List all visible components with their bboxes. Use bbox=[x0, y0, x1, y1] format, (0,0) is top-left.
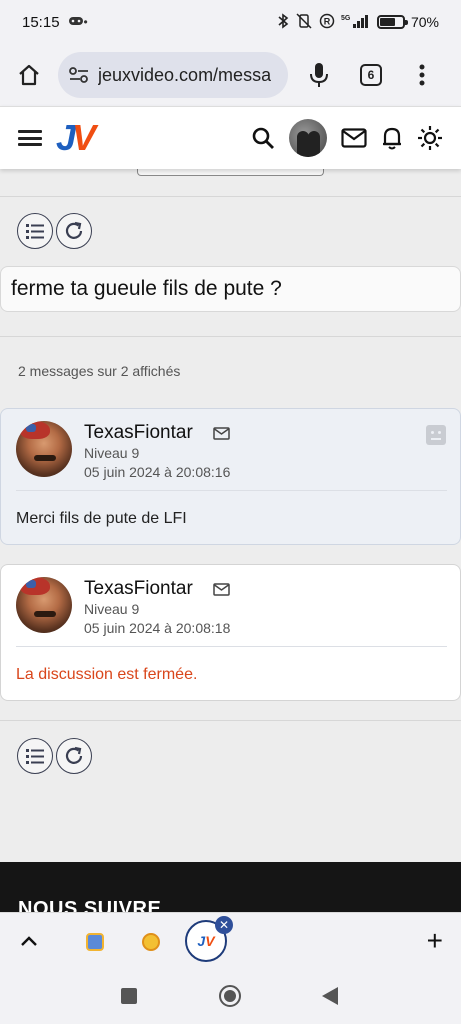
vibrate-off-icon bbox=[295, 12, 313, 32]
hamburger-menu-icon[interactable] bbox=[18, 128, 42, 148]
site-logo[interactable]: JV bbox=[56, 117, 96, 158]
back-icon[interactable] bbox=[322, 987, 338, 1005]
current-tab[interactable]: JV ✕ bbox=[185, 916, 233, 962]
message-body: Merci fils de pute de LFI bbox=[16, 510, 187, 527]
footer-follow-title: NOUS SUIVRE bbox=[18, 898, 162, 912]
site-settings-icon[interactable] bbox=[68, 65, 90, 85]
topic-list-button[interactable] bbox=[17, 738, 53, 774]
network-type-label: 5G bbox=[341, 15, 351, 22]
tab-logo-v: V bbox=[205, 933, 215, 949]
notification-dot-icon: • bbox=[83, 15, 88, 29]
divider bbox=[16, 490, 447, 491]
address-bar[interactable]: jeuxvideo.com/messa bbox=[58, 52, 288, 98]
new-tab-icon[interactable]: + bbox=[427, 927, 443, 955]
list-icon bbox=[26, 224, 44, 239]
tab-logo-j: J bbox=[197, 933, 206, 949]
author-level: Niveau 9 bbox=[84, 601, 140, 617]
microphone-icon bbox=[310, 63, 328, 87]
system-navigation-bar bbox=[0, 969, 461, 1024]
send-mp-icon[interactable] bbox=[213, 427, 230, 440]
divider bbox=[0, 336, 461, 337]
topic-list-button[interactable] bbox=[17, 213, 53, 249]
home-nav-icon[interactable] bbox=[219, 985, 241, 1007]
divider bbox=[0, 196, 461, 197]
status-bar: 15:15 • R 5G 70% bbox=[0, 0, 461, 44]
recents-icon[interactable] bbox=[121, 988, 137, 1004]
message-body-closed-notice: La discussion est fermée. bbox=[16, 666, 198, 683]
home-button[interactable] bbox=[14, 60, 44, 90]
site-footer: NOUS SUIVRE bbox=[0, 862, 461, 912]
home-icon bbox=[19, 64, 39, 86]
author-name[interactable]: TexasFiontar bbox=[84, 578, 193, 600]
close-tab-icon[interactable]: ✕ bbox=[215, 916, 233, 934]
more-vert-icon bbox=[419, 64, 425, 86]
topic-page: ferme ta gueule fils de pute ? 2 message… bbox=[0, 169, 461, 862]
svg-text:R: R bbox=[324, 16, 331, 26]
refresh-icon bbox=[65, 221, 83, 239]
battery-percentage: 70% bbox=[410, 14, 439, 30]
refresh-button[interactable] bbox=[56, 738, 92, 774]
message-card: TexasFiontar Niveau 9 05 juin 2024 à 20:… bbox=[0, 564, 461, 701]
message-date[interactable]: 05 juin 2024 à 20:08:18 bbox=[84, 620, 230, 636]
partial-pagination-box bbox=[137, 169, 324, 176]
refresh-icon bbox=[65, 746, 83, 764]
topic-title: ferme ta gueule fils de pute ? bbox=[0, 266, 461, 312]
list-icon bbox=[26, 749, 44, 764]
send-mp-icon[interactable] bbox=[213, 583, 230, 596]
message-date[interactable]: 05 juin 2024 à 20:08:16 bbox=[84, 464, 230, 480]
expand-tabs-button[interactable] bbox=[18, 930, 40, 952]
author-avatar[interactable] bbox=[16, 421, 72, 477]
message-count: 2 messages sur 2 affichés bbox=[18, 363, 181, 379]
battery-fill bbox=[379, 18, 396, 26]
registered-icon: R bbox=[319, 13, 335, 32]
logo-letter-v: V bbox=[72, 117, 96, 158]
search-icon[interactable] bbox=[251, 126, 275, 150]
user-avatar[interactable] bbox=[289, 119, 327, 157]
theme-toggle-sun-icon[interactable] bbox=[417, 125, 443, 151]
refresh-button[interactable] bbox=[56, 213, 92, 249]
game-controller-icon bbox=[68, 15, 84, 30]
tab-favicon[interactable] bbox=[142, 933, 160, 951]
browser-menu-button[interactable] bbox=[412, 60, 432, 90]
browser-toolbar: jeuxvideo.com/messa 6 bbox=[0, 44, 461, 106]
site-header: JV bbox=[0, 106, 461, 169]
tab-strip: JV ✕ + bbox=[0, 912, 461, 969]
logo-letter-j: J bbox=[56, 117, 76, 158]
bell-icon[interactable] bbox=[381, 126, 403, 150]
signal-icon: 5G bbox=[341, 13, 371, 32]
author-avatar[interactable] bbox=[16, 577, 72, 633]
url-text: jeuxvideo.com/messa bbox=[98, 64, 272, 85]
status-time: 15:15 bbox=[22, 13, 60, 31]
tab-switcher-button[interactable]: 6 bbox=[360, 64, 382, 86]
battery-icon bbox=[376, 15, 408, 29]
bluetooth-icon bbox=[277, 12, 289, 32]
divider bbox=[0, 720, 461, 721]
voice-search-button[interactable] bbox=[304, 60, 334, 90]
mail-icon[interactable] bbox=[341, 128, 367, 148]
tab-favicon[interactable] bbox=[86, 933, 104, 951]
divider bbox=[16, 646, 447, 647]
author-name[interactable]: TexasFiontar bbox=[84, 422, 193, 444]
sad-face-icon[interactable] bbox=[426, 425, 446, 445]
author-level: Niveau 9 bbox=[84, 445, 140, 461]
chevron-up-icon bbox=[21, 936, 37, 946]
message-card: TexasFiontar Niveau 9 05 juin 2024 à 20:… bbox=[0, 408, 461, 545]
